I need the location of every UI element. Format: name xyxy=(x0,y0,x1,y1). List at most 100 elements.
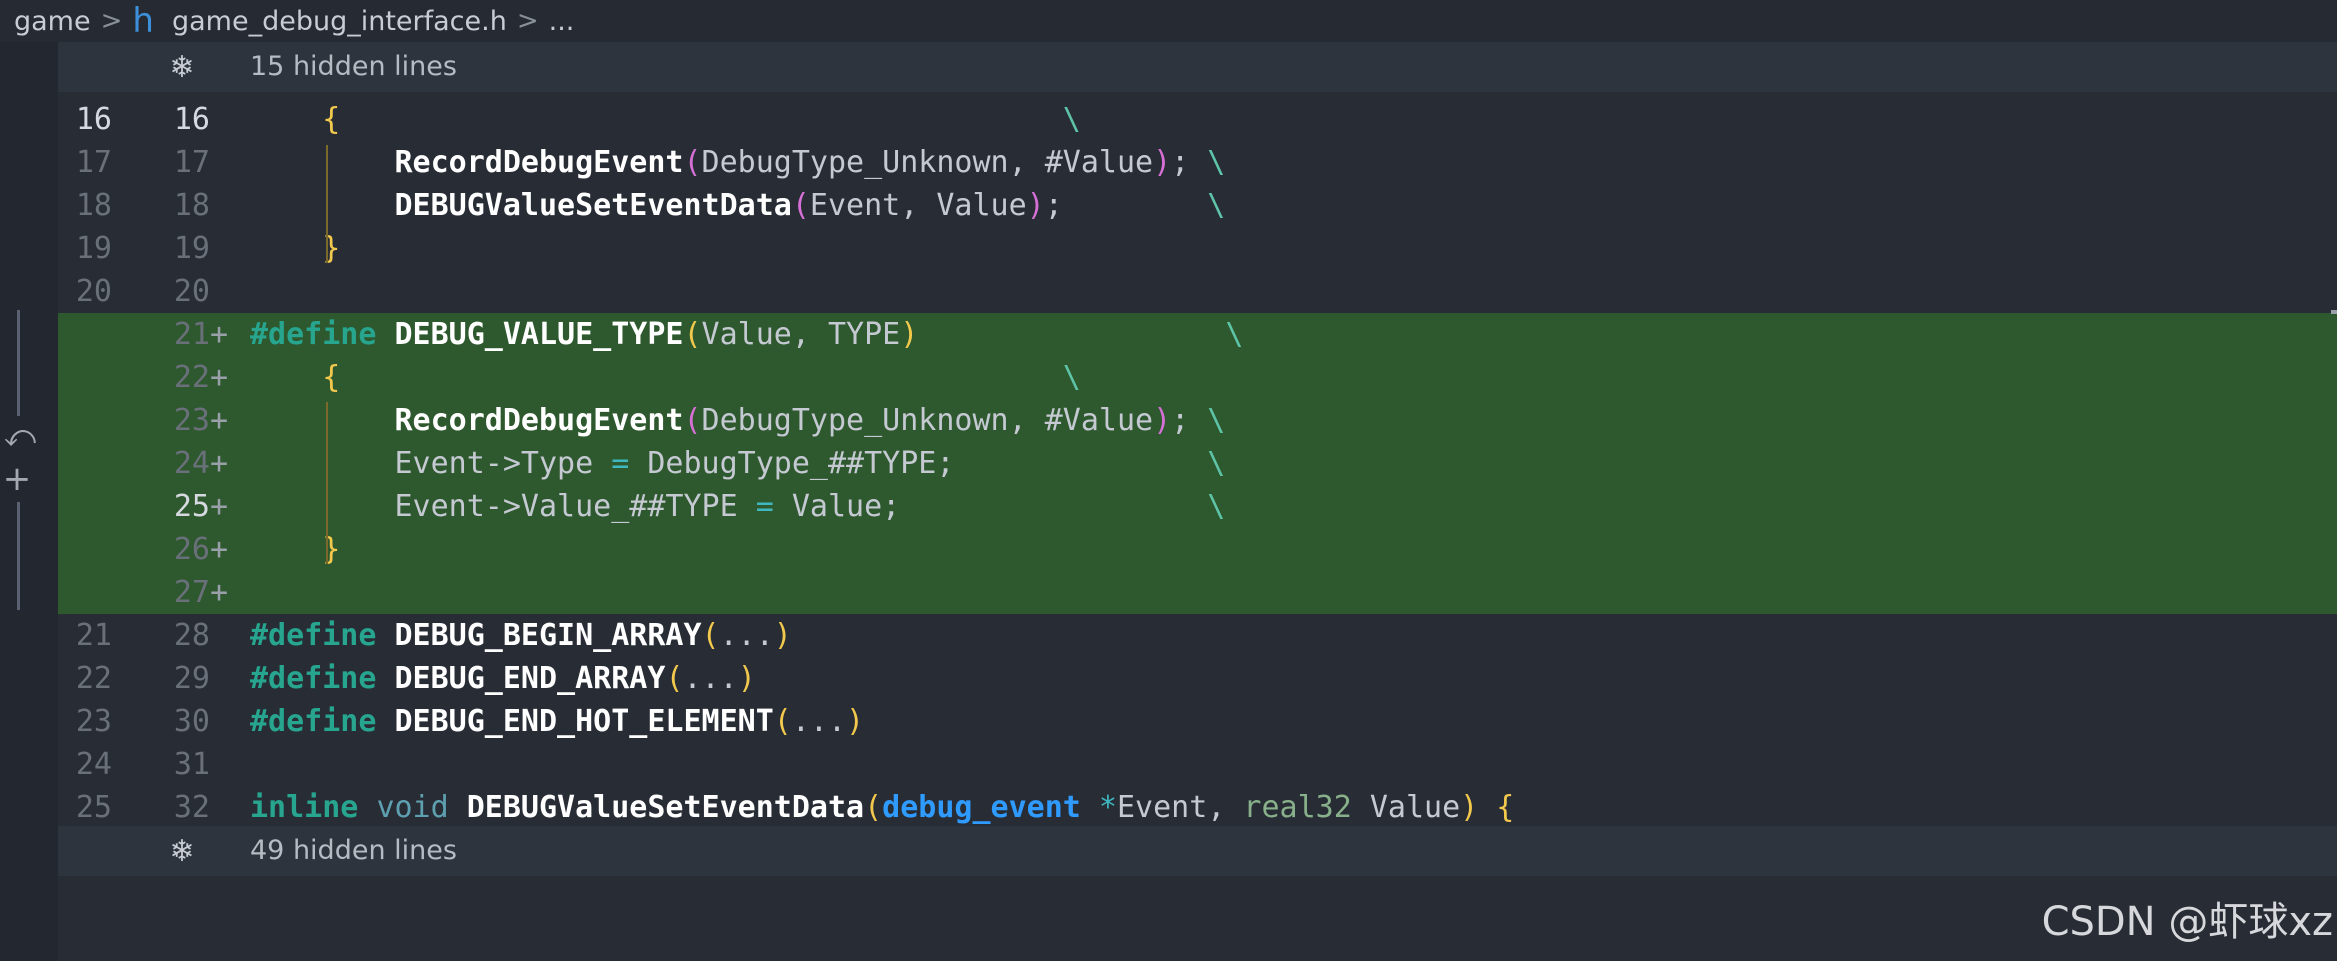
old-line-number: 24 xyxy=(75,747,112,782)
code-line[interactable]: 20 20 xyxy=(58,270,2337,313)
code-token: \ xyxy=(1207,188,1226,223)
chevron-right-icon: > xyxy=(516,6,539,36)
added-marker: + xyxy=(210,360,229,395)
code-token: DebugType_Unknown, #Value xyxy=(701,403,1154,438)
code-token: RecordDebugEvent xyxy=(394,145,684,180)
code-token: DEBUG_BEGIN_ARRAY xyxy=(394,618,702,653)
code-token: ( xyxy=(791,188,810,223)
plus-icon[interactable]: + xyxy=(0,462,34,496)
hidden-lines-label[interactable]: 15 hidden lines xyxy=(250,42,457,92)
code-line[interactable]: 25 32 inline void DEBUGValueSetEventData(d… xyxy=(58,786,2337,829)
code-token: ... xyxy=(791,704,847,739)
code-text[interactable]: #define DEBUG_BEGIN_ARRAY(...) xyxy=(250,614,792,657)
code-token: ) xyxy=(773,618,792,653)
code-token: #define xyxy=(250,317,377,352)
code-line[interactable]: 22 29 #define DEBUG_END_ARRAY(...) xyxy=(58,657,2337,700)
code-line[interactable]: 17 17 RecordDebugEvent(DebugType_Unknown,… xyxy=(58,141,2337,184)
added-code-line[interactable]: 23 + RecordDebugEvent(DebugType_Unknown, … xyxy=(58,399,2337,442)
code-token: ) xyxy=(1153,145,1172,180)
new-line-number: 21 xyxy=(173,317,210,352)
code-token: Event, xyxy=(1116,790,1244,825)
code-line[interactable]: 23 30 #define DEBUG_END_HOT_ELEMENT(...) xyxy=(58,700,2337,743)
breadcrumb-more[interactable]: ... xyxy=(549,6,575,37)
hidden-lines-bar-top[interactable]: ❄ 15 hidden lines xyxy=(58,42,2337,92)
code-text[interactable]: DEBUGValueSetEventData(Event, Value); \ xyxy=(250,184,1226,227)
indent-guide xyxy=(326,145,328,263)
code-line[interactable]: 24 31 xyxy=(58,743,2337,786)
new-line-number: 27 xyxy=(173,575,210,610)
change-bar xyxy=(17,310,20,416)
indent-guide xyxy=(326,402,328,564)
code-token: { xyxy=(1496,790,1515,825)
new-line-number: 30 xyxy=(173,704,210,739)
added-marker: + xyxy=(210,403,229,438)
code-line[interactable]: 19 19 } xyxy=(58,227,2337,270)
added-code-line[interactable]: 22 + { \ xyxy=(58,356,2337,399)
code-text[interactable]: #define DEBUG_END_ARRAY(...) xyxy=(250,657,756,700)
code-token: #define xyxy=(250,618,377,653)
old-line-number: 18 xyxy=(75,188,112,223)
added-code-line[interactable]: 26 + } xyxy=(58,528,2337,571)
new-line-number: 23 xyxy=(173,403,210,438)
code-text[interactable]: RecordDebugEvent(DebugType_Unknown, #Val… xyxy=(250,141,1226,184)
code-text[interactable]: { \ xyxy=(250,356,1081,399)
diff-editor[interactable]: ⤺ + ❄ 15 hidden lines 16 16 { \ 17 17 Recor… xyxy=(0,42,2337,961)
old-line-number: 16 xyxy=(75,102,112,137)
code-token: ( xyxy=(683,145,702,180)
code-token: ( xyxy=(665,661,684,696)
code-token: * xyxy=(1098,790,1117,825)
added-code-line[interactable]: 21 + #define DEBUG_VALUE_TYPE(Value, TYPE)… xyxy=(58,313,2337,356)
code-token: DEBUG_END_HOT_ELEMENT xyxy=(394,704,774,739)
code-token: { xyxy=(322,102,341,137)
fold-expand-icon[interactable]: ❄ xyxy=(164,42,200,92)
new-line-number: 25 xyxy=(173,489,210,524)
code-token: #define xyxy=(250,661,377,696)
code-text[interactable]: inline void DEBUGValueSetEventData(debug… xyxy=(250,786,1514,829)
breadcrumb-file[interactable]: game_debug_interface.h xyxy=(172,6,507,37)
code-text[interactable]: Event->Type = DebugType_##TYPE; \ xyxy=(250,442,1225,485)
code-line[interactable]: 21 28 #define DEBUG_BEGIN_ARRAY(...) xyxy=(58,614,2337,657)
code-token: Value xyxy=(1351,790,1461,825)
code-token: Event->Type xyxy=(250,446,612,481)
code-token: \ xyxy=(1207,489,1226,524)
code-line[interactable]: 16 16 { \ xyxy=(58,98,2337,141)
code-text[interactable]: Event->Value_##TYPE = Value; \ xyxy=(250,485,1225,528)
fold-expand-icon[interactable]: ❄ xyxy=(164,826,200,876)
code-token: ( xyxy=(701,618,720,653)
new-line-number: 26 xyxy=(173,532,210,567)
new-line-number: 32 xyxy=(173,790,210,825)
code-token: DEBUGValueSetEventData xyxy=(466,790,865,825)
code-token: ) xyxy=(846,704,865,739)
code-text[interactable]: #define DEBUG_END_HOT_ELEMENT(...) xyxy=(250,700,864,743)
code-text[interactable]: #define DEBUG_VALUE_TYPE(Value, TYPE) \ xyxy=(250,313,1243,356)
added-marker: + xyxy=(210,446,229,481)
old-line-number: 23 xyxy=(75,704,112,739)
code-text[interactable]: RecordDebugEvent(DebugType_Unknown, #Val… xyxy=(250,399,1226,442)
revert-icon[interactable]: ⤺ xyxy=(4,422,36,452)
added-code-line[interactable]: 25 + Event->Value_##TYPE = Value; \ xyxy=(58,485,2337,528)
code-token: } xyxy=(322,231,341,266)
new-line-number: 31 xyxy=(173,747,210,782)
new-line-number: 28 xyxy=(173,618,210,653)
code-token: inline xyxy=(250,790,359,825)
hidden-lines-label[interactable]: 49 hidden lines xyxy=(250,826,457,876)
hidden-lines-bar-bottom[interactable]: ❄ 49 hidden lines xyxy=(58,826,2337,876)
code-token: ( xyxy=(773,704,792,739)
code-text[interactable]: { \ xyxy=(250,98,1081,141)
code-token: DEBUGValueSetEventData xyxy=(394,188,792,223)
code-token: \ xyxy=(1207,446,1226,481)
breadcrumb-folder[interactable]: game xyxy=(14,6,91,37)
code-token: ) xyxy=(900,317,919,352)
code-line[interactable]: 18 18 DEBUGValueSetEventData(Event, Value… xyxy=(58,184,2337,227)
added-code-line[interactable]: 27 + xyxy=(58,571,2337,614)
added-code-line[interactable]: 24 + Event->Type = DebugType_##TYPE; \ xyxy=(58,442,2337,485)
